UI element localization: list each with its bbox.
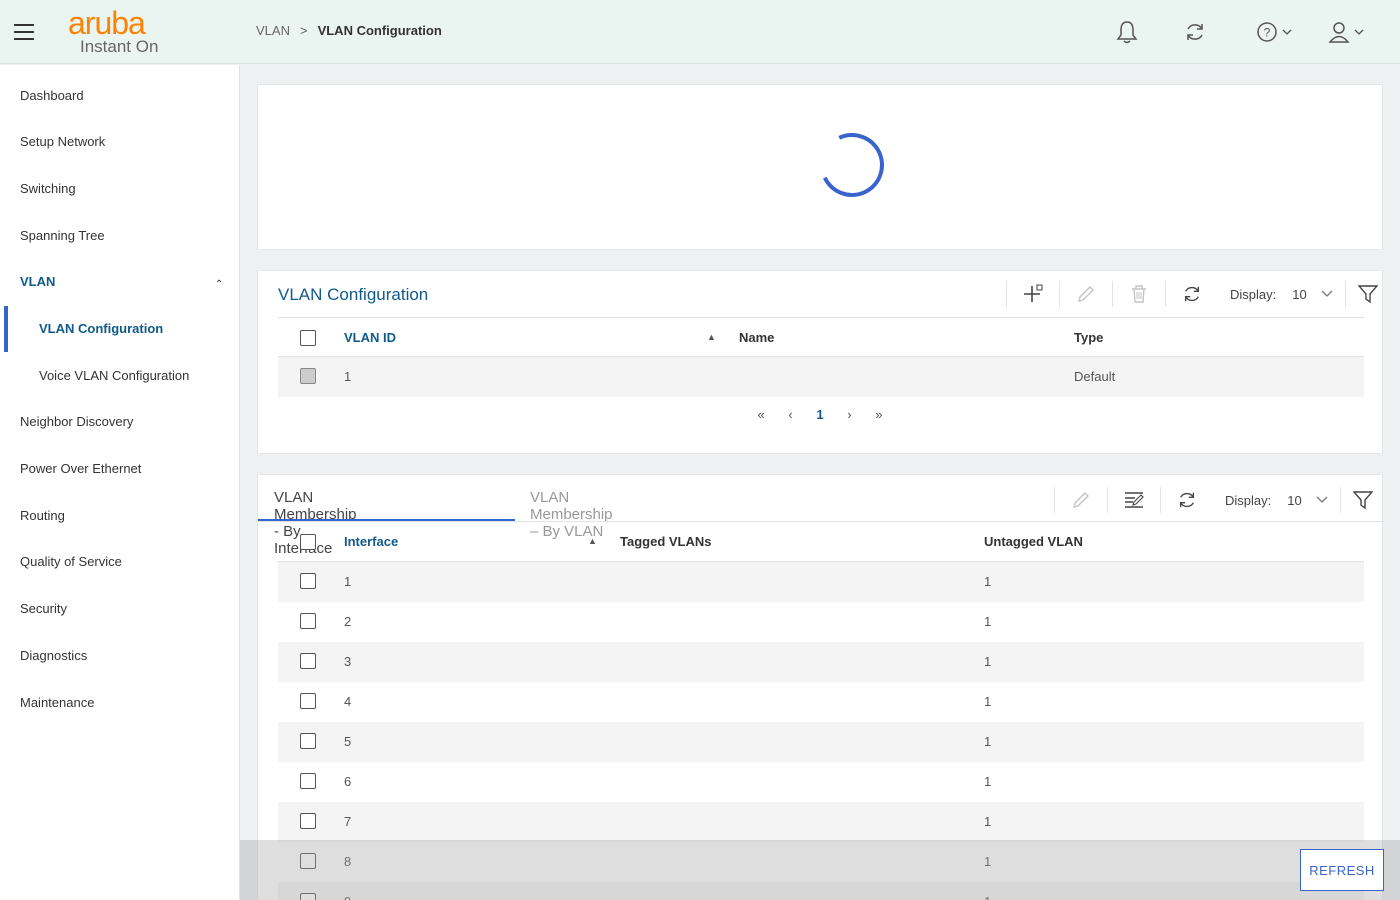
display-label: Display:	[1230, 286, 1277, 302]
aruba-logo[interactable]: aruba Instant On	[68, 7, 158, 56]
sidebar-item-spanning-tree[interactable]: Spanning Tree	[20, 228, 105, 243]
next-page-button[interactable]: ›	[847, 407, 851, 422]
edit-icon[interactable]	[1055, 487, 1107, 513]
column-untagged-vlan[interactable]: Untagged VLAN	[984, 534, 1083, 549]
row-checkbox[interactable]	[300, 573, 316, 589]
add-vlan-button[interactable]	[1007, 281, 1059, 307]
display-select[interactable]: 10	[1292, 287, 1306, 302]
sort-asc-icon[interactable]: ▲	[707, 332, 716, 342]
row-checkbox[interactable]	[300, 653, 316, 669]
loading-panel	[257, 84, 1383, 250]
table-row[interactable]: 2 1	[278, 602, 1364, 642]
table-row[interactable]: 4 1	[278, 682, 1364, 722]
delete-icon[interactable]	[1113, 281, 1165, 307]
bulk-edit-icon[interactable]	[1108, 487, 1160, 513]
sidebar-item-switching[interactable]: Switching	[20, 181, 76, 196]
column-tagged-vlans[interactable]: Tagged VLANs	[620, 534, 712, 549]
sidebar-item-vlan-configuration[interactable]: VLAN Configuration	[39, 321, 163, 336]
table-header: Interface ▲ Tagged VLANs Untagged VLAN	[278, 522, 1364, 562]
refresh-table-icon[interactable]	[1166, 281, 1218, 307]
help-icon[interactable]: ?	[1256, 18, 1296, 46]
column-type[interactable]: Type	[1074, 330, 1103, 345]
top-header: aruba Instant On VLAN > VLAN Configuration…	[0, 0, 1400, 64]
filter-icon[interactable]	[1346, 281, 1390, 307]
column-name[interactable]: Name	[739, 330, 774, 345]
sidebar-item-maintenance[interactable]: Maintenance	[20, 695, 94, 710]
sidebar-item-neighbor-discovery[interactable]: Neighbor Discovery	[20, 414, 133, 429]
refresh-icon[interactable]	[1181, 18, 1209, 46]
svg-text:?: ?	[1264, 26, 1271, 40]
sidebar-item-setup-network[interactable]: Setup Network	[20, 134, 105, 149]
sidebar-item-dashboard[interactable]: Dashboard	[20, 88, 84, 103]
active-indicator	[4, 306, 8, 352]
sidebar-item-power-over-ethernet[interactable]: Power Over Ethernet	[20, 461, 141, 476]
vlan-configuration-panel: VLAN Configuration Display: 10 VLAN ID ▲	[257, 270, 1383, 454]
chevron-down-icon[interactable]	[1316, 491, 1328, 509]
loading-spinner	[810, 123, 894, 207]
sidebar-item-diagnostics[interactable]: Diagnostics	[20, 648, 87, 663]
refresh-overlay	[240, 840, 1400, 900]
row-checkbox[interactable]	[300, 813, 316, 829]
table-row[interactable]: 1 1	[278, 562, 1364, 602]
menu-icon[interactable]	[14, 24, 34, 40]
table-row[interactable]: 6 1	[278, 762, 1364, 802]
user-icon[interactable]	[1328, 18, 1368, 46]
filter-icon[interactable]	[1341, 487, 1385, 513]
edit-icon[interactable]	[1060, 281, 1112, 307]
vlan-membership-panel: VLAN Membership - By Interface VLAN Memb…	[257, 474, 1385, 900]
membership-toolbar: Display: 10	[1054, 487, 1385, 513]
row-checkbox[interactable]	[300, 693, 316, 709]
table-row[interactable]: 5 1	[278, 722, 1364, 762]
sidebar: Dashboard Setup Network Switching Spanni…	[0, 65, 240, 900]
table-header: VLAN ID ▲ Name Type	[278, 317, 1364, 357]
bell-icon[interactable]	[1113, 18, 1141, 46]
column-vlan-id[interactable]: VLAN ID	[344, 330, 396, 345]
refresh-table-icon[interactable]	[1161, 487, 1213, 513]
sidebar-item-quality-of-service[interactable]: Quality of Service	[20, 554, 122, 569]
chevron-up-icon[interactable]: ⌃	[215, 279, 223, 290]
table-row[interactable]: 3 1	[278, 642, 1364, 682]
row-checkbox[interactable]	[300, 368, 316, 384]
prev-page-button[interactable]: ‹	[788, 407, 792, 422]
select-all-checkbox[interactable]	[300, 330, 316, 346]
sidebar-item-vlan[interactable]: VLAN	[20, 274, 55, 289]
breadcrumb-current: VLAN Configuration	[317, 23, 442, 38]
panel-title: VLAN Configuration	[278, 285, 429, 304]
display-label: Display:	[1225, 492, 1272, 508]
breadcrumb-parent[interactable]: VLAN	[256, 23, 290, 38]
column-interface[interactable]: Interface	[344, 534, 398, 549]
sidebar-item-security[interactable]: Security	[20, 601, 67, 616]
first-page-button[interactable]: «	[758, 407, 765, 422]
page-number[interactable]: 1	[816, 407, 823, 422]
table-row[interactable]: 1 Default	[278, 357, 1364, 397]
sort-asc-icon[interactable]: ▲	[588, 536, 597, 546]
sidebar-item-voice-vlan-configuration[interactable]: Voice VLAN Configuration	[39, 368, 189, 383]
vlan-toolbar: Display: 10	[1006, 281, 1390, 307]
row-checkbox[interactable]	[300, 613, 316, 629]
last-page-button[interactable]: »	[875, 407, 882, 422]
select-all-checkbox[interactable]	[300, 534, 316, 550]
sidebar-item-routing[interactable]: Routing	[20, 508, 65, 523]
refresh-button[interactable]: REFRESH	[1300, 849, 1384, 891]
pagination: « ‹ 1 › »	[258, 407, 1382, 422]
display-select[interactable]: 10	[1287, 493, 1301, 508]
table-row[interactable]: 7 1	[278, 802, 1364, 842]
row-checkbox[interactable]	[300, 773, 316, 789]
vlan-table: VLAN ID ▲ Name Type 1 Default	[278, 317, 1364, 397]
chevron-down-icon[interactable]	[1321, 285, 1333, 303]
breadcrumb: VLAN > VLAN Configuration	[256, 23, 442, 38]
row-checkbox[interactable]	[300, 733, 316, 749]
